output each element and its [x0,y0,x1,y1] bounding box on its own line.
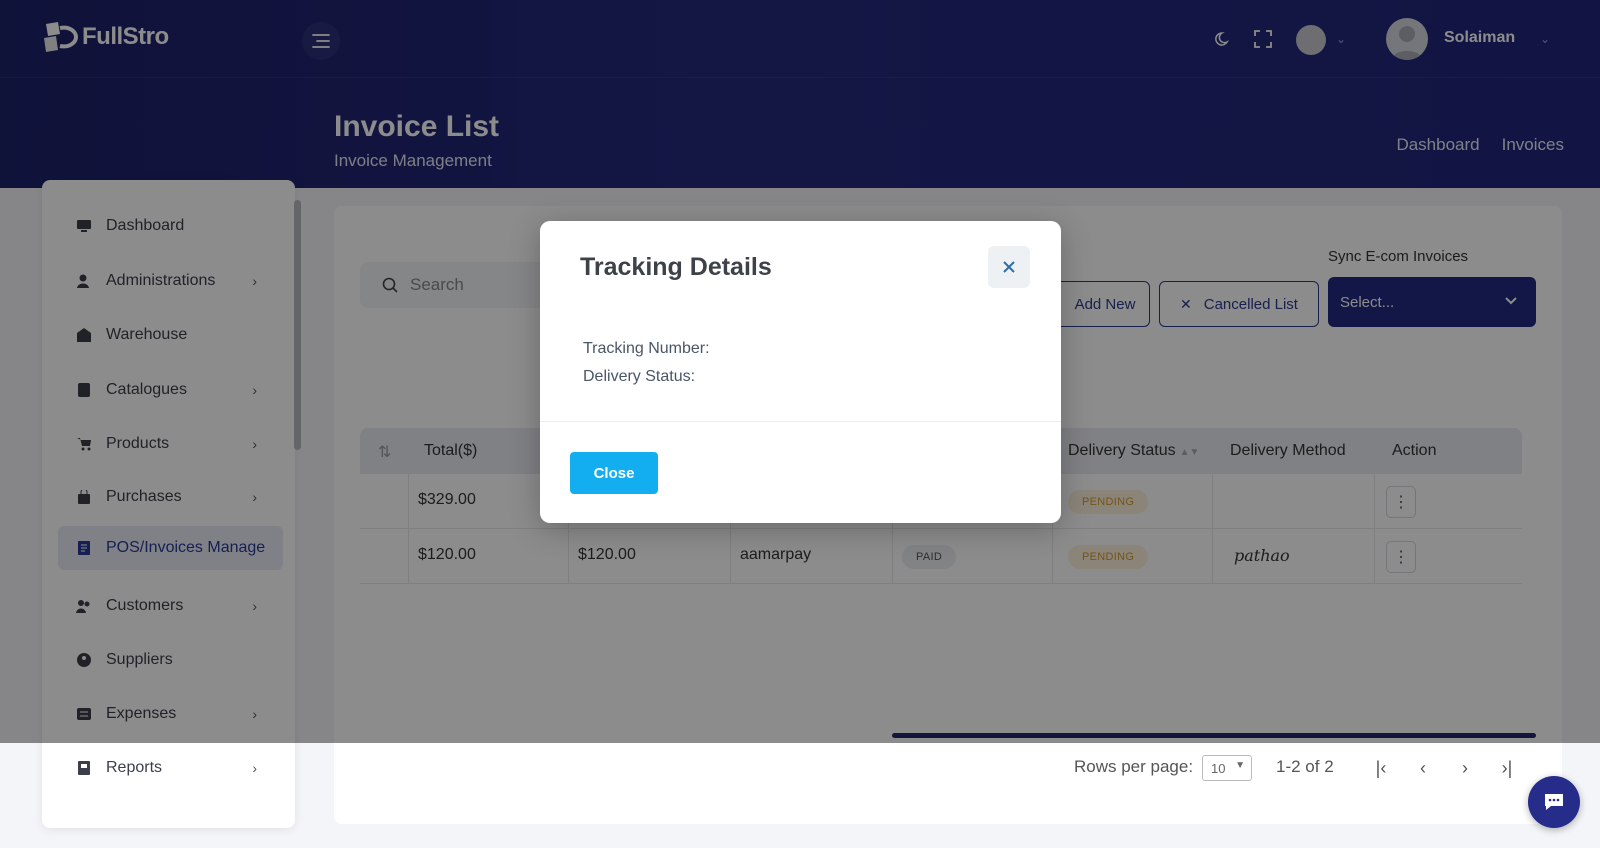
next-page-icon[interactable]: › [1452,755,1478,781]
tracking-details-modal: Tracking Details Tracking Number: Delive… [540,221,1061,523]
rows-per-page-select[interactable]: 10 ▼ [1202,755,1252,781]
dropdown-arrow-icon: ▼ [1235,760,1245,771]
delivery-status-label: Delivery Status: [583,368,696,385]
report-icon [76,760,92,776]
rows-per-page-label: Rows per page: [1074,757,1194,776]
pagination-range: 1-2 of 2 [1276,757,1334,776]
first-page-icon[interactable]: |‹ [1368,755,1394,781]
chevron-right-icon: › [252,760,257,776]
tracking-number-label: Tracking Number: [583,340,710,357]
modal-title: Tracking Details [580,253,772,281]
rows-per-page-value: 10 [1211,760,1226,776]
chat-button[interactable] [1528,776,1580,828]
prev-page-icon[interactable]: ‹ [1410,755,1436,781]
sidebar-item-reports[interactable]: Reports › [58,746,283,790]
close-icon [1003,261,1015,273]
close-button[interactable]: Close [570,452,658,494]
chat-icon [1545,794,1563,810]
modal-divider [540,421,1061,422]
modal-close-icon-button[interactable] [988,246,1030,288]
sidebar-item-label: Reports [106,759,163,776]
last-page-icon[interactable]: ›| [1494,755,1520,781]
